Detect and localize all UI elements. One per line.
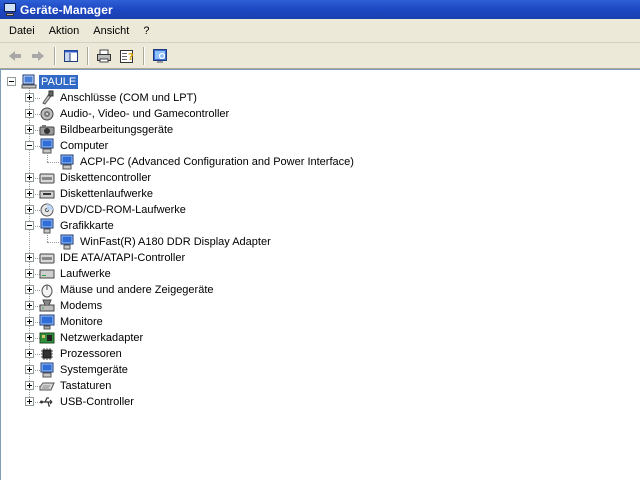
expand-toggle[interactable]: [25, 189, 34, 198]
expand-toggle[interactable]: [25, 253, 34, 262]
tree-category[interactable]: Computer: [58, 139, 110, 153]
device-manager-icon: [3, 3, 17, 16]
speaker-icon: [39, 106, 55, 122]
tree-device[interactable]: ACPI-PC (Advanced Configuration and Powe…: [78, 155, 356, 169]
expand-toggle[interactable]: [25, 205, 34, 214]
print-button[interactable]: [93, 45, 115, 67]
scan-hardware-icon: [153, 48, 167, 63]
tree-device[interactable]: WinFast(R) A180 DDR Display Adapter: [78, 235, 273, 249]
collapse-toggle[interactable]: [25, 221, 34, 230]
menu-bar: Datei Aktion Ansicht ?: [0, 19, 640, 43]
tree-category[interactable]: IDE ATA/ATAPI-Controller: [58, 251, 187, 265]
show-hide-console-tree-button[interactable]: [60, 45, 82, 67]
mouse-icon: [39, 282, 55, 298]
toolbar: ?: [0, 43, 640, 69]
expand-toggle[interactable]: [25, 285, 34, 294]
toolbar-separator: [87, 46, 89, 65]
child-display-icon: [59, 234, 75, 250]
show-hide-console-tree-icon: [64, 49, 78, 62]
tree-category[interactable]: Anschlüsse (COM und LPT): [58, 91, 199, 105]
tree-category[interactable]: Netzwerkadapter: [58, 331, 145, 345]
drive-icon: [39, 266, 55, 282]
collapse-toggle[interactable]: [7, 77, 16, 86]
expand-toggle[interactable]: [25, 349, 34, 358]
tree-connector: [47, 162, 59, 163]
network-adapter-icon: [39, 330, 55, 346]
processor-icon: [39, 346, 55, 362]
title-bar[interactable]: Geräte-Manager: [0, 0, 640, 19]
expand-toggle[interactable]: [25, 125, 34, 134]
toolbar-separator: [143, 46, 145, 65]
tree-category[interactable]: Diskettenlaufwerke: [58, 187, 155, 201]
print-icon: [97, 49, 111, 62]
device-tree: PAULE Anschlüsse (COM und LPT) Audio-, Vid…: [0, 69, 640, 480]
tree-category[interactable]: Systemgeräte: [58, 363, 130, 377]
tree-category[interactable]: Mäuse und andere Zeigegeräte: [58, 283, 216, 297]
collapse-toggle[interactable]: [25, 141, 34, 150]
tree-connector: [47, 242, 59, 243]
child-computer-icon: [59, 154, 75, 170]
expand-toggle[interactable]: [25, 317, 34, 326]
camera-icon: [39, 122, 55, 138]
expand-toggle[interactable]: [25, 397, 34, 406]
computer-icon: [21, 74, 37, 90]
back-button[interactable]: [4, 45, 26, 67]
tree-category[interactable]: Prozessoren: [58, 347, 124, 361]
tree-category[interactable]: Bildbearbeitungsgeräte: [58, 123, 175, 137]
keyboard-icon: [39, 378, 55, 394]
tree-connector: [47, 152, 48, 162]
usb-icon: [39, 394, 55, 410]
disk-controller-icon: [39, 170, 55, 186]
ide-controller-icon: [39, 250, 55, 266]
menu-datei[interactable]: Datei: [3, 23, 41, 39]
expand-toggle[interactable]: [25, 109, 34, 118]
forward-arrow-icon: [32, 50, 44, 61]
port-icon: [39, 90, 55, 106]
window-title: Geräte-Manager: [20, 2, 113, 17]
help-properties-icon: ?: [120, 49, 134, 63]
modem-icon: [39, 298, 55, 314]
tree-category[interactable]: Grafikkarte: [58, 219, 116, 233]
menu-aktion[interactable]: Aktion: [43, 23, 86, 39]
toolbar-separator: [54, 46, 56, 65]
tree-category[interactable]: Laufwerke: [58, 267, 113, 281]
cdrom-icon: [39, 202, 55, 218]
monitor-icon: [39, 314, 55, 330]
menu-ansicht[interactable]: Ansicht: [87, 23, 135, 39]
tree-category[interactable]: Modems: [58, 299, 104, 313]
expand-toggle[interactable]: [25, 269, 34, 278]
tree-category[interactable]: Tastaturen: [58, 379, 113, 393]
tree-category[interactable]: Audio-, Video- und Gamecontroller: [58, 107, 231, 121]
expand-toggle[interactable]: [25, 301, 34, 310]
tree-category[interactable]: Monitore: [58, 315, 105, 329]
back-arrow-icon: [9, 50, 21, 61]
tree-root-label[interactable]: PAULE: [39, 75, 79, 89]
svg-text:?: ?: [128, 52, 134, 63]
expand-toggle[interactable]: [25, 93, 34, 102]
scan-hardware-button[interactable]: [149, 45, 171, 67]
forward-button[interactable]: [27, 45, 49, 67]
tree-category[interactable]: Diskettencontroller: [58, 171, 153, 185]
tree-connector: [47, 232, 48, 242]
expand-toggle[interactable]: [25, 333, 34, 342]
expand-toggle[interactable]: [25, 173, 34, 182]
expand-toggle[interactable]: [25, 381, 34, 390]
properties-button[interactable]: ?: [116, 45, 138, 67]
expand-toggle[interactable]: [25, 365, 34, 374]
tree-category[interactable]: DVD/CD-ROM-Laufwerke: [58, 203, 188, 217]
menu-help[interactable]: ?: [137, 23, 155, 39]
system-device-icon: [39, 362, 55, 378]
tree-category[interactable]: USB-Controller: [58, 395, 136, 409]
floppy-drive-icon: [39, 186, 55, 202]
